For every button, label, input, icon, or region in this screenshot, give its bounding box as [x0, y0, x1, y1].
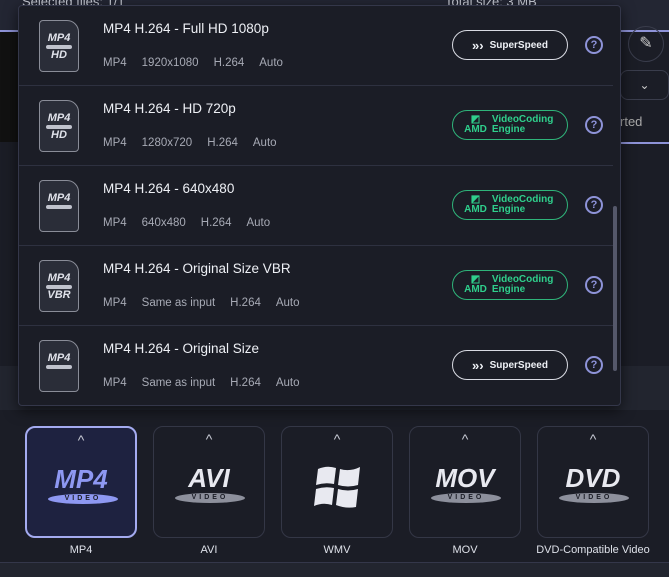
preset-title: MP4 H.264 - Full HD 1080p — [103, 21, 269, 36]
help-icon[interactable]: ? — [585, 276, 603, 294]
video-pill: VIDEO — [559, 493, 629, 503]
caret-up-icon[interactable]: ^ — [282, 431, 392, 447]
video-pill: VIDEO — [175, 493, 245, 503]
preset-row[interactable]: MP4 MP4 H.264 - Original Size MP4 Same as… — [19, 326, 613, 405]
scrollbar[interactable] — [613, 206, 617, 371]
chevron-down-icon: ⌄ — [639, 78, 650, 92]
edit-button[interactable]: ✎ — [628, 26, 664, 62]
preset-row[interactable]: MP4 MP4 H.264 - 640x480 MP4 640x480 H.264 A… — [19, 166, 613, 246]
bottom-bar — [0, 562, 669, 577]
preset-title: MP4 H.264 - Original Size — [103, 341, 260, 356]
amd-logo-icon: ◩ AMD — [464, 274, 487, 295]
format-tile-mov[interactable]: ^ MOV VIDEO — [409, 426, 521, 538]
format-label: DVD-Compatible Video — [536, 544, 650, 556]
format-logo: MP4 — [54, 464, 108, 494]
preset-dropdown: MP4 HD MP4 H.264 - Full HD 1080p MP4 1920x… — [18, 5, 621, 406]
format-label: MOV — [452, 544, 478, 556]
amd-engine-badge: ◩ AMD VideoCoding Engine — [452, 110, 568, 140]
format-logo: AVI — [188, 463, 230, 493]
help-icon[interactable]: ? — [585, 196, 603, 214]
status-text: rted — [620, 114, 643, 129]
amd-logo-icon: ◩ AMD — [464, 194, 487, 215]
file-format-icon: MP4 HD — [39, 100, 79, 152]
format-tile-dvd-compatible-video[interactable]: ^ DVD VIDEO — [537, 426, 649, 538]
caret-up-icon[interactable]: ^ — [410, 431, 520, 447]
superspeed-badge: »› SuperSpeed — [452, 350, 568, 380]
format-tile-wmv[interactable]: ^ — [281, 426, 393, 538]
video-thumbnail — [0, 32, 18, 142]
preset-meta: MP4 1280x720 H.264 Auto — [103, 137, 277, 149]
divider — [620, 142, 669, 144]
file-format-icon: MP4 — [39, 340, 79, 392]
video-pill: VIDEO — [431, 493, 501, 503]
amd-engine-badge: ◩ AMD VideoCoding Engine — [452, 190, 568, 220]
format-logo: DVD — [565, 463, 621, 493]
preset-title: MP4 H.264 - Original Size VBR — [103, 261, 291, 276]
format-label: MP4 — [69, 544, 93, 556]
file-format-icon: MP4 HD — [39, 20, 79, 72]
preset-meta: MP4 640x480 H.264 Auto — [103, 217, 271, 229]
chevrons-icon: »› — [472, 357, 484, 373]
video-pill: VIDEO — [48, 494, 118, 504]
caret-up-icon[interactable]: ^ — [27, 432, 135, 448]
chevrons-icon: »› — [472, 37, 484, 53]
superspeed-badge: »› SuperSpeed — [452, 30, 568, 60]
format-tile-avi[interactable]: ^ AVI VIDEO — [153, 426, 265, 538]
format-label: WMV — [323, 544, 351, 556]
help-icon[interactable]: ? — [585, 36, 603, 54]
format-logo: MOV — [435, 463, 495, 493]
pencil-icon: ✎ — [639, 35, 653, 52]
dropdown-button[interactable]: ⌄ — [620, 70, 669, 100]
help-icon[interactable]: ? — [585, 116, 603, 134]
caret-up-icon[interactable]: ^ — [154, 431, 264, 447]
caret-up-icon[interactable]: ^ — [538, 431, 648, 447]
preset-title: MP4 H.264 - HD 720p — [103, 101, 236, 116]
amd-engine-badge: ◩ AMD VideoCoding Engine — [452, 270, 568, 300]
help-icon[interactable]: ? — [585, 356, 603, 374]
preset-row[interactable]: MP4 VBR MP4 H.264 - Original Size VBR MP4… — [19, 246, 613, 326]
preset-meta: MP4 Same as input H.264 Auto — [103, 297, 300, 309]
file-format-icon: MP4 — [39, 180, 79, 232]
preset-row[interactable]: MP4 HD MP4 H.264 - HD 720p MP4 1280x720 H.2… — [19, 86, 613, 166]
format-tile-mp4[interactable]: ^ MP4 VIDEO — [25, 426, 137, 538]
preset-title: MP4 H.264 - 640x480 — [103, 181, 235, 196]
preset-row[interactable]: MP4 HD MP4 H.264 - Full HD 1080p MP4 1920x… — [19, 6, 613, 86]
format-label: AVI — [200, 544, 218, 556]
amd-logo-icon: ◩ AMD — [464, 114, 487, 135]
preset-meta: MP4 1920x1080 H.264 Auto — [103, 57, 283, 69]
windows-logo-icon — [314, 466, 360, 508]
preset-meta: MP4 Same as input H.264 Auto — [103, 377, 300, 389]
file-format-icon: MP4 VBR — [39, 260, 79, 312]
